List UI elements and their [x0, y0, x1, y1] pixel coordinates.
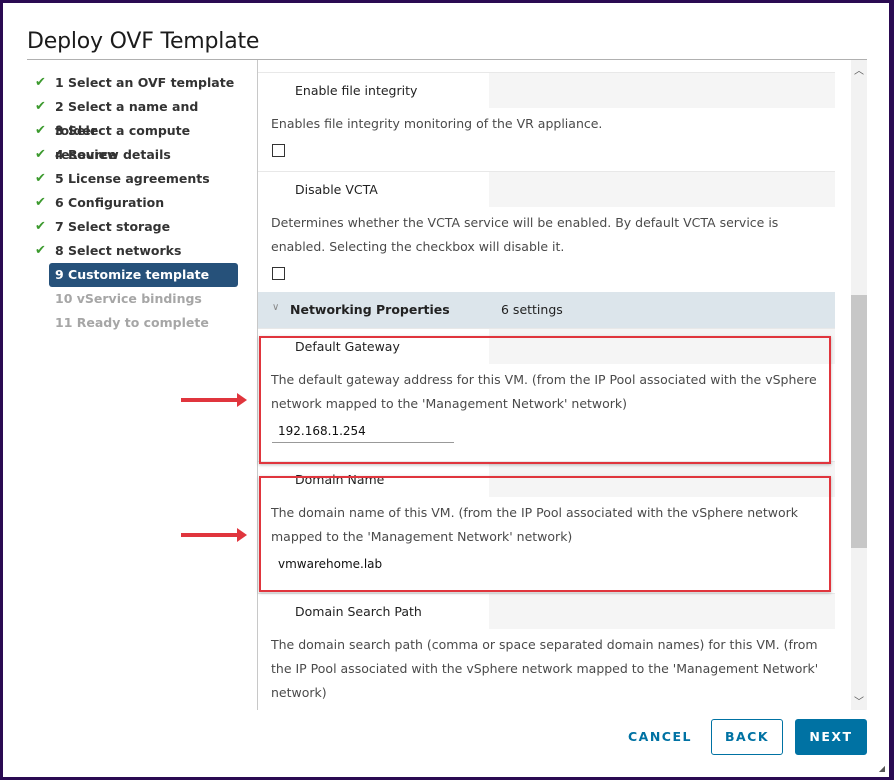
scrollbar-thumb[interactable] [851, 295, 867, 548]
step-11: 11 Ready to complete [55, 315, 209, 330]
step-5[interactable]: ✔ 5 License agreements [33, 167, 243, 191]
arrow-icon [181, 393, 247, 407]
section-count: 6 settings [501, 302, 563, 317]
step-2[interactable]: ✔ 2 Select a name and folder [33, 95, 243, 138]
property-header: Domain Name [258, 461, 835, 497]
chevron-down-icon: ∨ [272, 302, 280, 313]
property-label: Enable file integrity [295, 83, 418, 98]
resize-handle-icon[interactable]: ◢ [879, 764, 885, 773]
property-label: Domain Name [295, 472, 385, 487]
property-label: Disable VCTA [295, 182, 378, 197]
step-10: 10 vService bindings [55, 291, 202, 306]
dialog-title: Deploy OVF Template [27, 29, 260, 54]
disable-vcta-checkbox[interactable] [272, 267, 285, 280]
scroll-up-icon[interactable]: ︿ [851, 62, 867, 77]
property-label: Domain Search Path [295, 604, 422, 619]
section-title: Networking Properties [290, 302, 450, 317]
next-button[interactable]: NEXT [795, 719, 867, 755]
scrollbar[interactable]: ︿ ﹀ [851, 60, 867, 710]
property-description: Determines whether the VCTA service will… [271, 215, 779, 254]
checkmark-icon: ✔ [35, 99, 46, 114]
property-description: The domain name of this VM. (from the IP… [271, 505, 798, 544]
cancel-button[interactable]: CANCEL [615, 719, 705, 755]
step-4[interactable]: ✔ 4 Review details [33, 143, 243, 167]
step-6[interactable]: ✔ 6 Configuration [33, 191, 243, 215]
scroll-down-icon[interactable]: ﹀ [851, 693, 867, 708]
step-3[interactable]: ✔ 3 Select a compute resource [33, 119, 243, 162]
checkmark-icon: ✔ [35, 75, 46, 90]
domain-name-input[interactable]: vmwarehome.lab [272, 557, 454, 575]
property-description: Enables file integrity monitoring of the… [271, 116, 603, 131]
back-button[interactable]: BACK [711, 719, 783, 755]
step-7[interactable]: ✔ 7 Select storage [33, 215, 243, 239]
property-header: Enable file integrity [258, 72, 835, 108]
properties-panel: Enable file integrity Enables file integ… [257, 60, 835, 710]
checkmark-icon: ✔ [35, 195, 46, 210]
checkmark-icon: ✔ [35, 243, 46, 258]
file-integrity-checkbox[interactable] [272, 144, 285, 157]
default-gateway-input[interactable]: 192.168.1.254 [272, 424, 454, 443]
property-header: Domain Search Path [258, 593, 835, 629]
property-header: Disable VCTA [258, 171, 835, 207]
property-header: Default Gateway [258, 328, 835, 364]
checkmark-icon: ✔ [35, 147, 46, 162]
step-8[interactable]: ✔ 8 Select networks [33, 239, 243, 263]
property-label: Default Gateway [295, 339, 400, 354]
deploy-ovf-dialog: Deploy OVF Template ✔ 1 Select an OVF tem… [3, 3, 889, 777]
checkmark-icon: ✔ [35, 171, 46, 186]
property-description: The domain search path (comma or space s… [271, 637, 819, 700]
wizard-steps: ✔ 1 Select an OVF template ✔ 2 Select a na… [33, 71, 243, 335]
checkmark-icon: ✔ [35, 123, 46, 138]
step-9-active[interactable]: 9 Customize template [49, 263, 238, 287]
step-1[interactable]: ✔ 1 Select an OVF template [33, 71, 243, 95]
property-description: The default gateway address for this VM.… [271, 372, 817, 411]
arrow-icon [181, 528, 247, 542]
networking-section-header[interactable]: ∨ Networking Properties 6 settings [258, 292, 835, 328]
checkmark-icon: ✔ [35, 219, 46, 234]
